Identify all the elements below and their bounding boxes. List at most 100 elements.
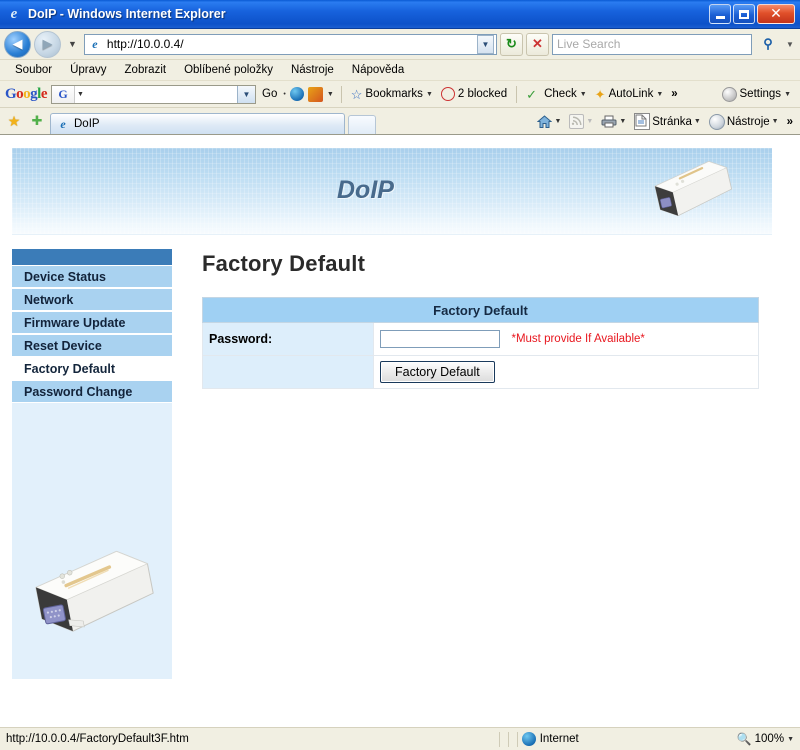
tab-doip[interactable]: e DoIP bbox=[50, 113, 345, 134]
page-title: Factory Default bbox=[202, 251, 366, 276]
forward-arrow-icon: ▶ bbox=[42, 36, 53, 52]
magnifier-icon-zoom: 🔍 bbox=[736, 732, 752, 746]
table-row-password: Password: *Must provide If Available* bbox=[202, 322, 759, 356]
url-bar[interactable]: e http://10.0.0.4/ ▼ bbox=[83, 33, 497, 55]
ie-icon-tab: e bbox=[60, 117, 66, 131]
window-controls: ✕ bbox=[709, 4, 798, 24]
google-bookmarks-button[interactable]: ☆ Bookmarks ▼ bbox=[349, 88, 435, 101]
search-provider-dropdown[interactable]: ▼ bbox=[784, 40, 796, 49]
minimize-button[interactable] bbox=[709, 4, 731, 24]
sidebar-item-network[interactable]: Network bbox=[12, 288, 172, 311]
page-favicon-icon: e bbox=[92, 37, 98, 51]
google-apps-caret[interactable]: ▼ bbox=[327, 91, 334, 98]
url-dropdown-button[interactable]: ▼ bbox=[477, 34, 494, 54]
close-button[interactable]: ✕ bbox=[757, 4, 795, 24]
chevron-down-icon-2: ▼ bbox=[579, 90, 587, 98]
main-content: Factory Default Factory Default Password… bbox=[202, 251, 800, 389]
page-icon bbox=[634, 113, 651, 130]
add-to-favorites-button[interactable]: ✚ bbox=[27, 111, 47, 131]
favorites-center-button[interactable]: ★ bbox=[4, 111, 24, 131]
close-icon: ✕ bbox=[770, 6, 782, 22]
sidebar-item-device-status[interactable]: Device Status bbox=[12, 265, 172, 288]
tab-bar: ★ ✚ e DoIP ▼ ▼ ▼ Stránka ▼ Nástroje ▼ » bbox=[0, 108, 800, 135]
sidebar-item-firmware-update[interactable]: Firmware Update bbox=[12, 311, 172, 334]
google-check-label: Check bbox=[544, 88, 577, 100]
back-button[interactable]: ◀ bbox=[4, 30, 31, 58]
sidebar-item-password-change[interactable]: Password Change bbox=[12, 380, 172, 403]
google-blocked-button[interactable]: 2 blocked bbox=[439, 87, 509, 101]
table-header-label: Factory Default bbox=[202, 297, 759, 323]
home-button[interactable]: ▼ bbox=[534, 114, 564, 130]
ie-icon: e bbox=[10, 5, 18, 22]
zoom-level-label: 100% bbox=[754, 733, 785, 745]
chevron-down-icon-zoom: ▼ bbox=[787, 735, 794, 743]
tools-menu-label: Nástroje bbox=[726, 115, 770, 128]
sidebar-item-label: Factory Default bbox=[24, 361, 115, 376]
stop-button[interactable]: ✕ bbox=[526, 32, 549, 56]
zoom-control[interactable]: 🔍 100% ▼ bbox=[737, 732, 798, 746]
menu-item-oblibene-polozky[interactable]: Oblíbené položky bbox=[175, 64, 282, 76]
chevron-down-icon-home: ▼ bbox=[554, 118, 562, 125]
new-tab-button[interactable] bbox=[348, 115, 376, 134]
password-cell: *Must provide If Available* bbox=[373, 322, 759, 356]
chevron-down-icon: ▼ bbox=[425, 90, 433, 98]
gear-icon-tools bbox=[708, 113, 725, 130]
search-go-button[interactable]: ⚲ bbox=[755, 33, 781, 56]
sidebar-item-label: Device Status bbox=[24, 269, 106, 284]
star-icon: ☆ bbox=[350, 86, 363, 102]
page-menu-button[interactable]: Stránka ▼ bbox=[631, 112, 704, 131]
menu-item-soubor[interactable]: Soubor bbox=[6, 64, 61, 76]
print-icon bbox=[601, 115, 617, 128]
menu-item-zobrazit[interactable]: Zobrazit bbox=[116, 64, 176, 76]
forward-button[interactable]: ▶ bbox=[34, 30, 61, 58]
refresh-button[interactable]: ↻ bbox=[500, 32, 523, 56]
google-search-prefix-icon: G bbox=[52, 85, 76, 103]
google-settings-label[interactable]: Settings bbox=[740, 88, 782, 100]
blocked-icon bbox=[440, 87, 455, 101]
security-zone[interactable]: Internet bbox=[521, 732, 737, 746]
history-dropdown-button[interactable]: ▼ bbox=[64, 39, 81, 49]
google-search-dropdown[interactable]: ▼ bbox=[237, 85, 256, 103]
password-input[interactable] bbox=[380, 330, 500, 348]
status-bar: http://10.0.0.4/FactoryDefault3F.htm Int… bbox=[0, 727, 800, 750]
table-header-row: Factory Default bbox=[202, 297, 759, 323]
google-go-button[interactable]: Go bbox=[260, 88, 279, 100]
star-icon-gold: ★ bbox=[7, 112, 21, 129]
tab-toolbar: ▼ ▼ ▼ Stránka ▼ Nástroje ▼ » bbox=[534, 112, 796, 134]
menu-item-napoveda[interactable]: Nápověda bbox=[343, 64, 413, 76]
factory-default-button[interactable]: Factory Default bbox=[380, 361, 495, 383]
toolbar-overflow-button[interactable]: » bbox=[784, 115, 796, 129]
empty-cell bbox=[202, 355, 374, 389]
google-blocked-label: 2 blocked bbox=[457, 88, 508, 100]
search-placeholder: Live Search bbox=[557, 37, 621, 51]
google-autolink-button[interactable]: ✦ AutoLink ▼ bbox=[593, 88, 666, 101]
google-search-prefix-caret[interactable]: ▼ bbox=[75, 91, 86, 98]
toolbar-separator-2 bbox=[516, 85, 518, 103]
search-input[interactable]: Live Search bbox=[552, 33, 752, 55]
menu-item-nastroje[interactable]: Nástroje bbox=[282, 64, 343, 76]
chevron-down-icon-tools: ▼ bbox=[771, 118, 779, 125]
status-url: http://10.0.0.4/FactoryDefault3F.htm bbox=[6, 733, 189, 745]
menu-item-upravy[interactable]: Úpravy bbox=[61, 64, 115, 76]
url-text: http://10.0.0.4/ bbox=[106, 37, 184, 51]
feeds-button[interactable]: ▼ bbox=[566, 113, 596, 130]
google-check-button[interactable]: ✓ Check ▼ bbox=[524, 87, 589, 102]
table-row-submit: Factory Default bbox=[202, 355, 759, 389]
chevron-down-icon-4: ▼ bbox=[784, 90, 791, 98]
toolbar-separator bbox=[340, 85, 342, 103]
print-button[interactable]: ▼ bbox=[598, 114, 629, 129]
sidebar-item-label: Reset Device bbox=[24, 338, 102, 353]
google-more-button[interactable]: » bbox=[669, 88, 679, 100]
back-arrow-icon: ◀ bbox=[12, 36, 23, 52]
factory-default-form-table: Factory Default Password: *Must provide … bbox=[202, 297, 759, 389]
maximize-button[interactable] bbox=[733, 4, 755, 24]
sidebar-item-factory-default[interactable]: Factory Default bbox=[12, 357, 172, 380]
google-search-input[interactable]: G ▼ ▼ bbox=[51, 84, 257, 104]
tools-menu-button[interactable]: Nástroje ▼ bbox=[706, 113, 782, 131]
google-go-label: Go bbox=[262, 88, 278, 100]
google-globe-icon[interactable] bbox=[289, 87, 304, 101]
google-autolink-label: AutoLink bbox=[608, 88, 654, 100]
google-go-caret: • bbox=[283, 90, 286, 98]
google-apps-icon[interactable] bbox=[307, 86, 323, 102]
sidebar-item-reset-device[interactable]: Reset Device bbox=[12, 334, 172, 357]
